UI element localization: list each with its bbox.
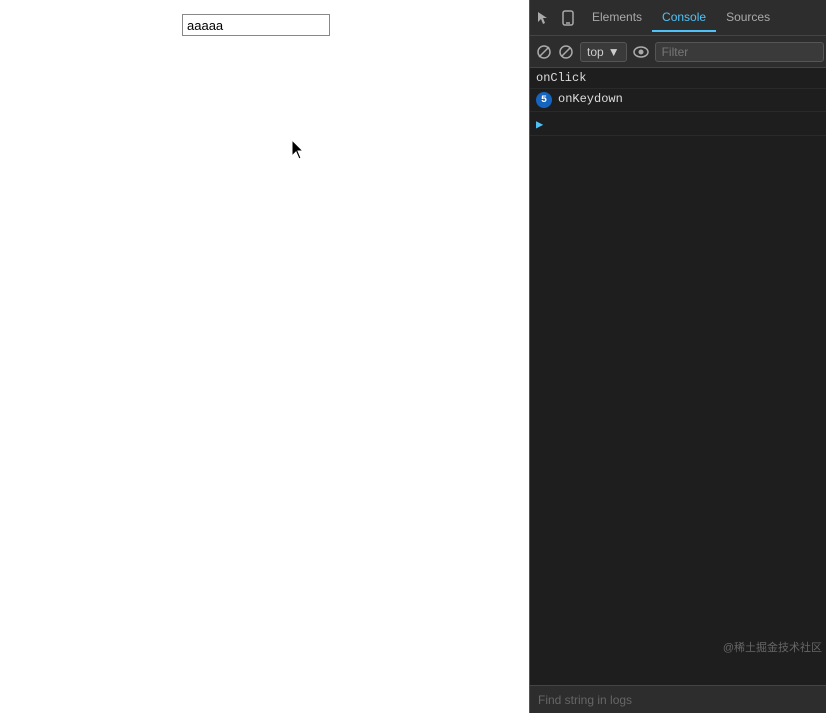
eye-icon[interactable] [633,43,649,61]
cursor-arrow [292,140,310,162]
tab-sources[interactable]: Sources [716,4,780,32]
console-output: onClick 5 onKeydown ▶ [530,68,826,685]
devtools-tabs: Elements Console Sources [582,4,822,32]
devtools-tab-bar: Elements Console Sources [530,0,826,36]
find-logs-input[interactable] [538,693,818,707]
text-input[interactable] [182,14,330,36]
browser-content [0,0,530,713]
onkeydown-badge: 5 [536,92,552,108]
find-bar [530,685,826,713]
devtools-console-toolbar: top ▼ [530,36,826,68]
dropdown-arrow-icon: ▼ [608,45,620,59]
inspect-icon[interactable] [534,8,554,28]
console-entry-onclick: onClick [530,68,826,89]
console-arrow-row[interactable]: ▶ [530,112,826,136]
clear-console-icon[interactable] [536,43,552,61]
console-entry-onkeydown: 5 onKeydown [530,89,826,112]
tab-console[interactable]: Console [652,4,716,32]
block-icon[interactable] [558,43,574,61]
context-dropdown[interactable]: top ▼ [580,42,627,62]
context-label: top [587,45,604,59]
device-toolbar-icon[interactable] [558,8,578,28]
filter-input[interactable] [655,42,824,62]
devtools-panel: Elements Console Sources top ▼ onClick 5… [530,0,826,713]
onclick-text: onClick [536,71,586,85]
expand-arrow-icon[interactable]: ▶ [536,117,543,132]
tab-elements[interactable]: Elements [582,4,652,32]
onkeydown-text: onKeydown [558,92,623,106]
